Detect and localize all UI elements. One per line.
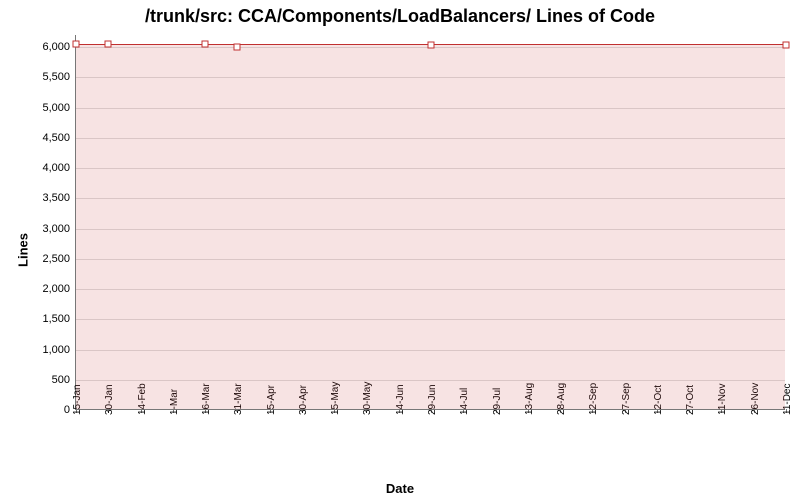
y-tick-label: 2,500 [42,253,76,265]
y-tick-label: 2,000 [42,283,76,295]
chart-title: /trunk/src: CCA/Components/LoadBalancers… [0,6,800,27]
y-tick-label: 6,000 [42,41,76,53]
data-point-marker [73,41,80,48]
y-axis-label: Lines [15,233,30,267]
y-tick-label: 4,500 [42,132,76,144]
y-tick-label: 3,000 [42,223,76,235]
data-point-marker [783,42,790,49]
y-tick-label: 1,500 [42,313,76,325]
y-tick-label: 4,000 [42,162,76,174]
data-series-area [76,44,785,409]
y-tick-label: 5,500 [42,71,76,83]
data-point-marker [105,41,112,48]
plot-area: 05001,0001,5002,0002,5003,0003,5004,0004… [75,35,785,410]
chart-container: /trunk/src: CCA/Components/LoadBalancers… [0,0,800,500]
data-point-marker [428,42,435,49]
y-tick-label: 3,500 [42,192,76,204]
y-tick-label: 5,000 [42,102,76,114]
data-point-marker [234,44,241,51]
x-axis-label: Date [0,481,800,496]
y-tick-label: 1,000 [42,344,76,356]
data-point-marker [202,41,209,48]
